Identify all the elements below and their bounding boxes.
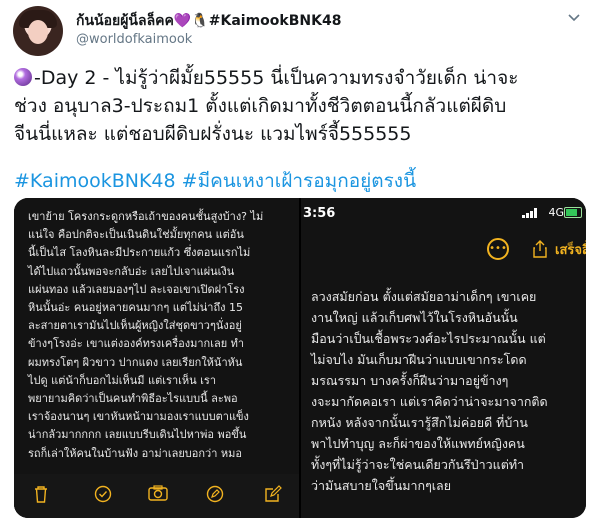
hashtags-link[interactable]: #KaimookBNK48 #มีคนเหงาเฝ้ารอมุกอยู่ตรงน… [14,166,416,196]
note-line: นี้เป็นไส โลงหินละมีประกายแก้ว ซึ่งตอนแร… [28,246,251,260]
note-line: แผ่นทอง แล้วเลยมองๆไป ละเจอเขาเปิดฝาโรง [28,282,245,296]
tweet-text-line-2: ช่วง อนุบาล3-ประถม1 ตั้งแต่เกิดมาทั้งชีว… [14,95,507,117]
author-handle[interactable]: @worldofkaimook [76,32,192,47]
signal-icon [522,208,538,218]
tweet-card: ก้นน้อยผู้น็ลล็คค💜🐧#KaimookBNK48 @worldo… [0,0,593,525]
photo-right[interactable]: 3:56 4G ••• เสร็จสิ้น ลวงสมัยก่อน ตั้งแต… [301,198,586,518]
battery-icon [564,207,582,218]
battery-level [566,209,578,216]
note-line: มือนว่าเป็นเชื้อพระวงศ์อะไรประมาณนั้น แต… [311,331,546,346]
note-line: น่ากลัวมากกกก เลยแบบรีบเดินไปหาพ่อ พอขึ้… [28,428,247,442]
done-button: เสร็จสิ้น [555,243,586,258]
note-line: แน่ใจ คือปกติจะเป็นเนินดินใช่มั้ยทุกคน แ… [28,228,244,242]
note-line: พยายามคิดว่าเป็นคนทำพิธีอะไรแบบนี้ ละพอ [28,392,238,405]
tweet-text-line-1: -Day 2 - ไม่รู้ว่าผีมั้ย55555 นี่เป็นควา… [34,67,519,89]
note-line: พาไปทำบุญ ละก็ผ่าของให้แพทย์หญิงคน [311,436,525,451]
note-line: ข้างๆโรงอ่ะ เขาแต่งองค์ทรงเครื่องมากเลย … [28,337,245,351]
note-line: เราจ้องนานๆ เขาหันหน้ามามองเราแบบตาแข็ง [28,410,249,424]
trash-icon [30,485,52,507]
note-line: ไม่จบไง มันเก็บมาฝีนว่าแบบเขากระโดด [311,352,527,367]
note-line: หินนั้นอ่ะ คนอยู่หลายคนมากๆ แต่ไม่น่าถึง… [28,301,243,314]
checkmark-circle-icon [92,485,114,507]
note-line: มรณรรมา บางครั้งก็ฝีนว่ามาอยู่ข้างๆ [311,373,509,388]
display-name: ก้นน้อยผู้น็ลล็คค [76,13,174,29]
note-line: ละสายตาเรามันไปเห็นผู้หญิงใส่ชุดขาวๆนั่ง… [28,319,242,333]
notes-toolbar [14,474,299,518]
media-grid: เขาย้าย โครงกระดูกหรือเถ้าของคนชั้นสูงบ้… [14,198,586,518]
note-line: ลวงสมัยก่อน ตั้งแต่สมัยอาม่าเด็กๆ เขาเคย [311,289,537,304]
crystal-ball-icon [14,68,32,86]
note-line: ไปดู แต่น้าก็บอกไม่เห็นมี แต่เราเห็น เรา [28,373,217,387]
network-label: 4G [548,206,564,219]
share-icon [533,240,547,262]
note-line: งจะมากัดคอเรา แต่เราคิดว่าน่าจะมาจากติด [311,394,548,409]
status-time: 3:56 [303,206,336,221]
tweet-text-line-3: จีนนี่แหละ แต่ชอบผีดิบฝรั่งนะ แวมไพร์จี้… [14,123,412,145]
more-circle-icon: ••• [487,238,509,260]
photo-left[interactable]: เขาย้าย โครงกระดูกหรือเถ้าของคนชั้นสูงบ้… [14,198,299,518]
author-name-row[interactable]: ก้นน้อยผู้น็ลล็คค💜🐧#KaimookBNK48 [76,10,341,32]
note-line: งานใหญ่ แล้วเก็บศพไว้ในโรงหินอันนั้น [311,310,518,325]
note-line: รถก็เล่าให้คนในบ้านฟัง อาม่าเลยบอกว่า หม… [28,446,242,460]
note-line: ผมทรงโตๆ ผิวขาว ปากแดง เลยเรียกให้น้าหัน [28,355,243,369]
note-line: ทั้งๆที่ไม่รู้ว่าจะใช่คนเดียวกันรึป่าวแต… [311,457,525,472]
note-line: กหนัง หลังจากนั้นเรารู้สึกไม่ค่อยดี ที่บ… [311,415,528,430]
name-emoji-icons: 💜🐧 [173,13,209,29]
pen-circle-icon [204,485,226,507]
note-line: ได้ไปแถวนั้นพอจะกลับอ่ะ เลยไปเจาแผ่นเงิน [28,264,235,278]
avatar-face [28,20,48,44]
compose-icon [262,485,284,507]
name-hashtag: #KaimookBNK48 [208,13,342,29]
camera-icon [147,485,169,507]
chevron-down-icon[interactable] [566,9,582,25]
note-line: เขาย้าย โครงกระดูกหรือเถ้าของคนชั้นสูงบ้… [28,210,264,223]
note-line: ว่ามันสบายใจขึ้นมากๆเลย [311,478,452,493]
tweet-text: -Day 2 - ไม่รู้ว่าผีมั้ย55555 นี่เป็นควา… [14,64,584,148]
avatar[interactable] [13,6,63,56]
